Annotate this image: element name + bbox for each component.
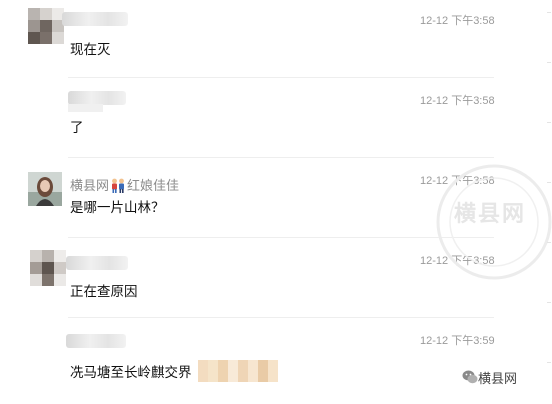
username-prefix: 横县网 [70,179,110,194]
comment-item: 12-12 下午3:58 了 [0,80,552,160]
wechat-icon [462,370,478,384]
avatar[interactable] [28,172,62,206]
comment-item: 12-12 下午3:59 冼马塘至长岭麒交界 [0,320,552,400]
comment-item: 12-12 下午3:58 现在灭 [0,0,552,80]
comment-text: 冼马塘至长岭麒交界 [70,360,278,386]
brand-label: 横县网 [478,372,518,387]
comment-time: 12-12 下午3:59 [420,335,495,347]
avatar[interactable] [30,250,66,286]
username[interactable]: 横县网 红娘佳佳 [70,175,179,194]
watermark-text: 横县网 [454,202,527,227]
comment-text-content: 冼马塘至长岭麒交界 [70,365,192,381]
username-blurred[interactable] [68,91,126,112]
couple-emoji-icon [112,178,125,193]
comment-text: 正在查原因 [70,284,138,300]
comment-time: 12-12 下午3:58 [420,95,495,107]
comment-time: 12-12 下午3:58 [420,15,495,27]
comment-text: 现在灭 [70,42,111,58]
username-blurred[interactable] [62,12,128,26]
scroll-edge [547,2,552,402]
username-suffix: 红娘佳佳 [127,179,180,194]
emoji-blurred [197,360,278,386]
avatar[interactable] [28,8,64,44]
comment-text: 了 [70,120,84,136]
username-blurred[interactable] [66,334,126,348]
avatar-photo-icon [28,172,62,206]
comment-text: 是哪一片山林？ [70,200,165,216]
username-blurred[interactable] [66,256,128,270]
